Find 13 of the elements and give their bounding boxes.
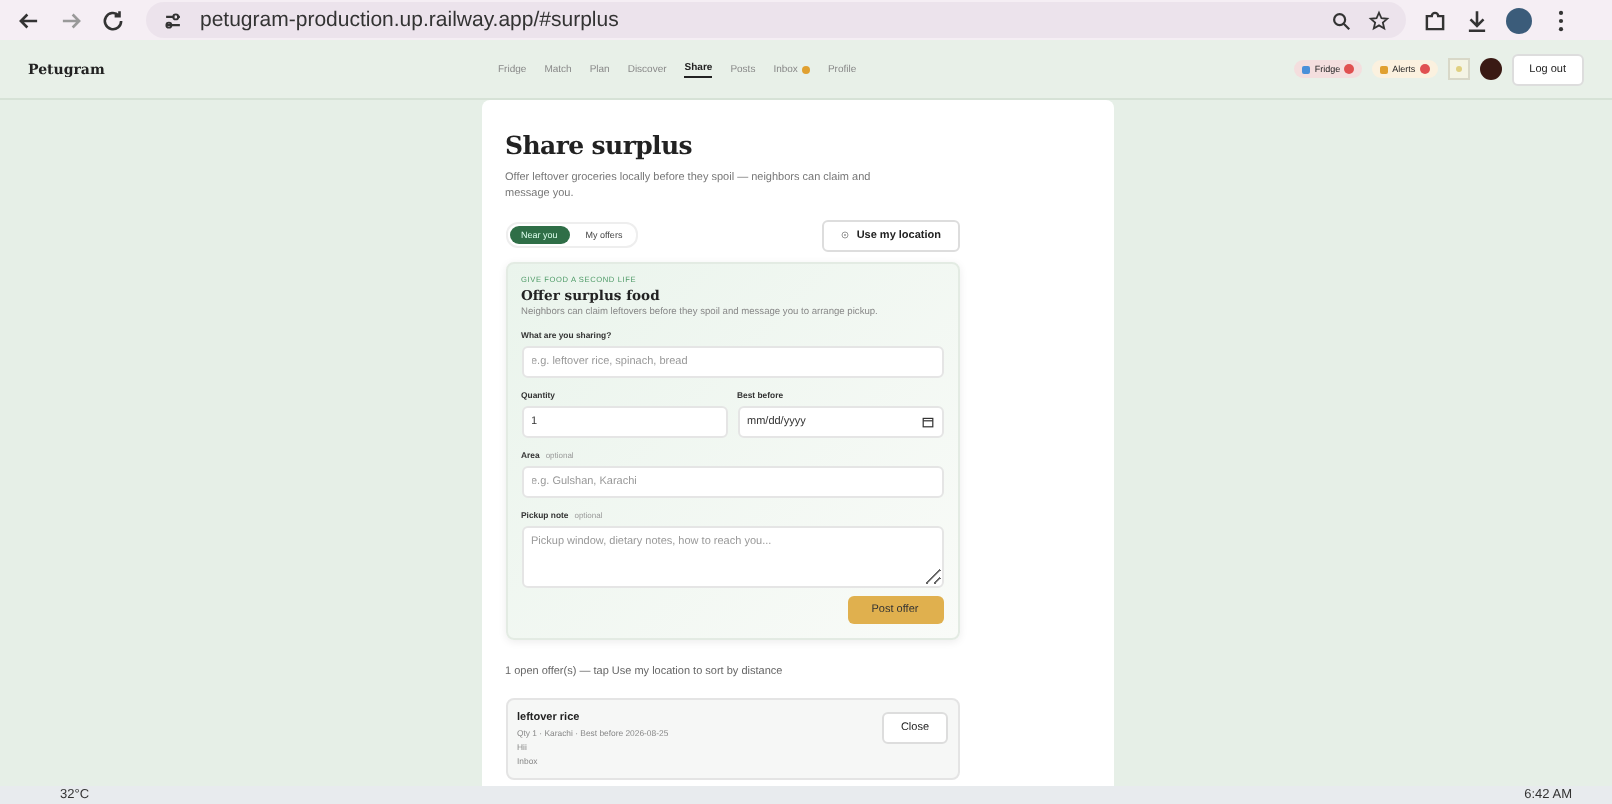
address-bar[interactable]: petugram-production.up.railway.app/#surplus — [146, 2, 1406, 38]
site-settings-icon[interactable] — [162, 9, 184, 31]
reload-icon[interactable] — [100, 7, 126, 33]
alert-badge — [1344, 64, 1355, 74]
location-icon — [840, 229, 851, 240]
profile-avatar[interactable] — [1506, 7, 1532, 33]
user-avatar[interactable] — [1479, 58, 1502, 80]
download-icon[interactable] — [1464, 7, 1490, 33]
star-icon[interactable] — [1368, 9, 1390, 31]
alert-badge — [1419, 64, 1430, 74]
calendar-icon[interactable] — [921, 416, 933, 429]
page-title: Share surplus — [505, 130, 695, 160]
zoom-icon[interactable] — [1330, 9, 1352, 31]
